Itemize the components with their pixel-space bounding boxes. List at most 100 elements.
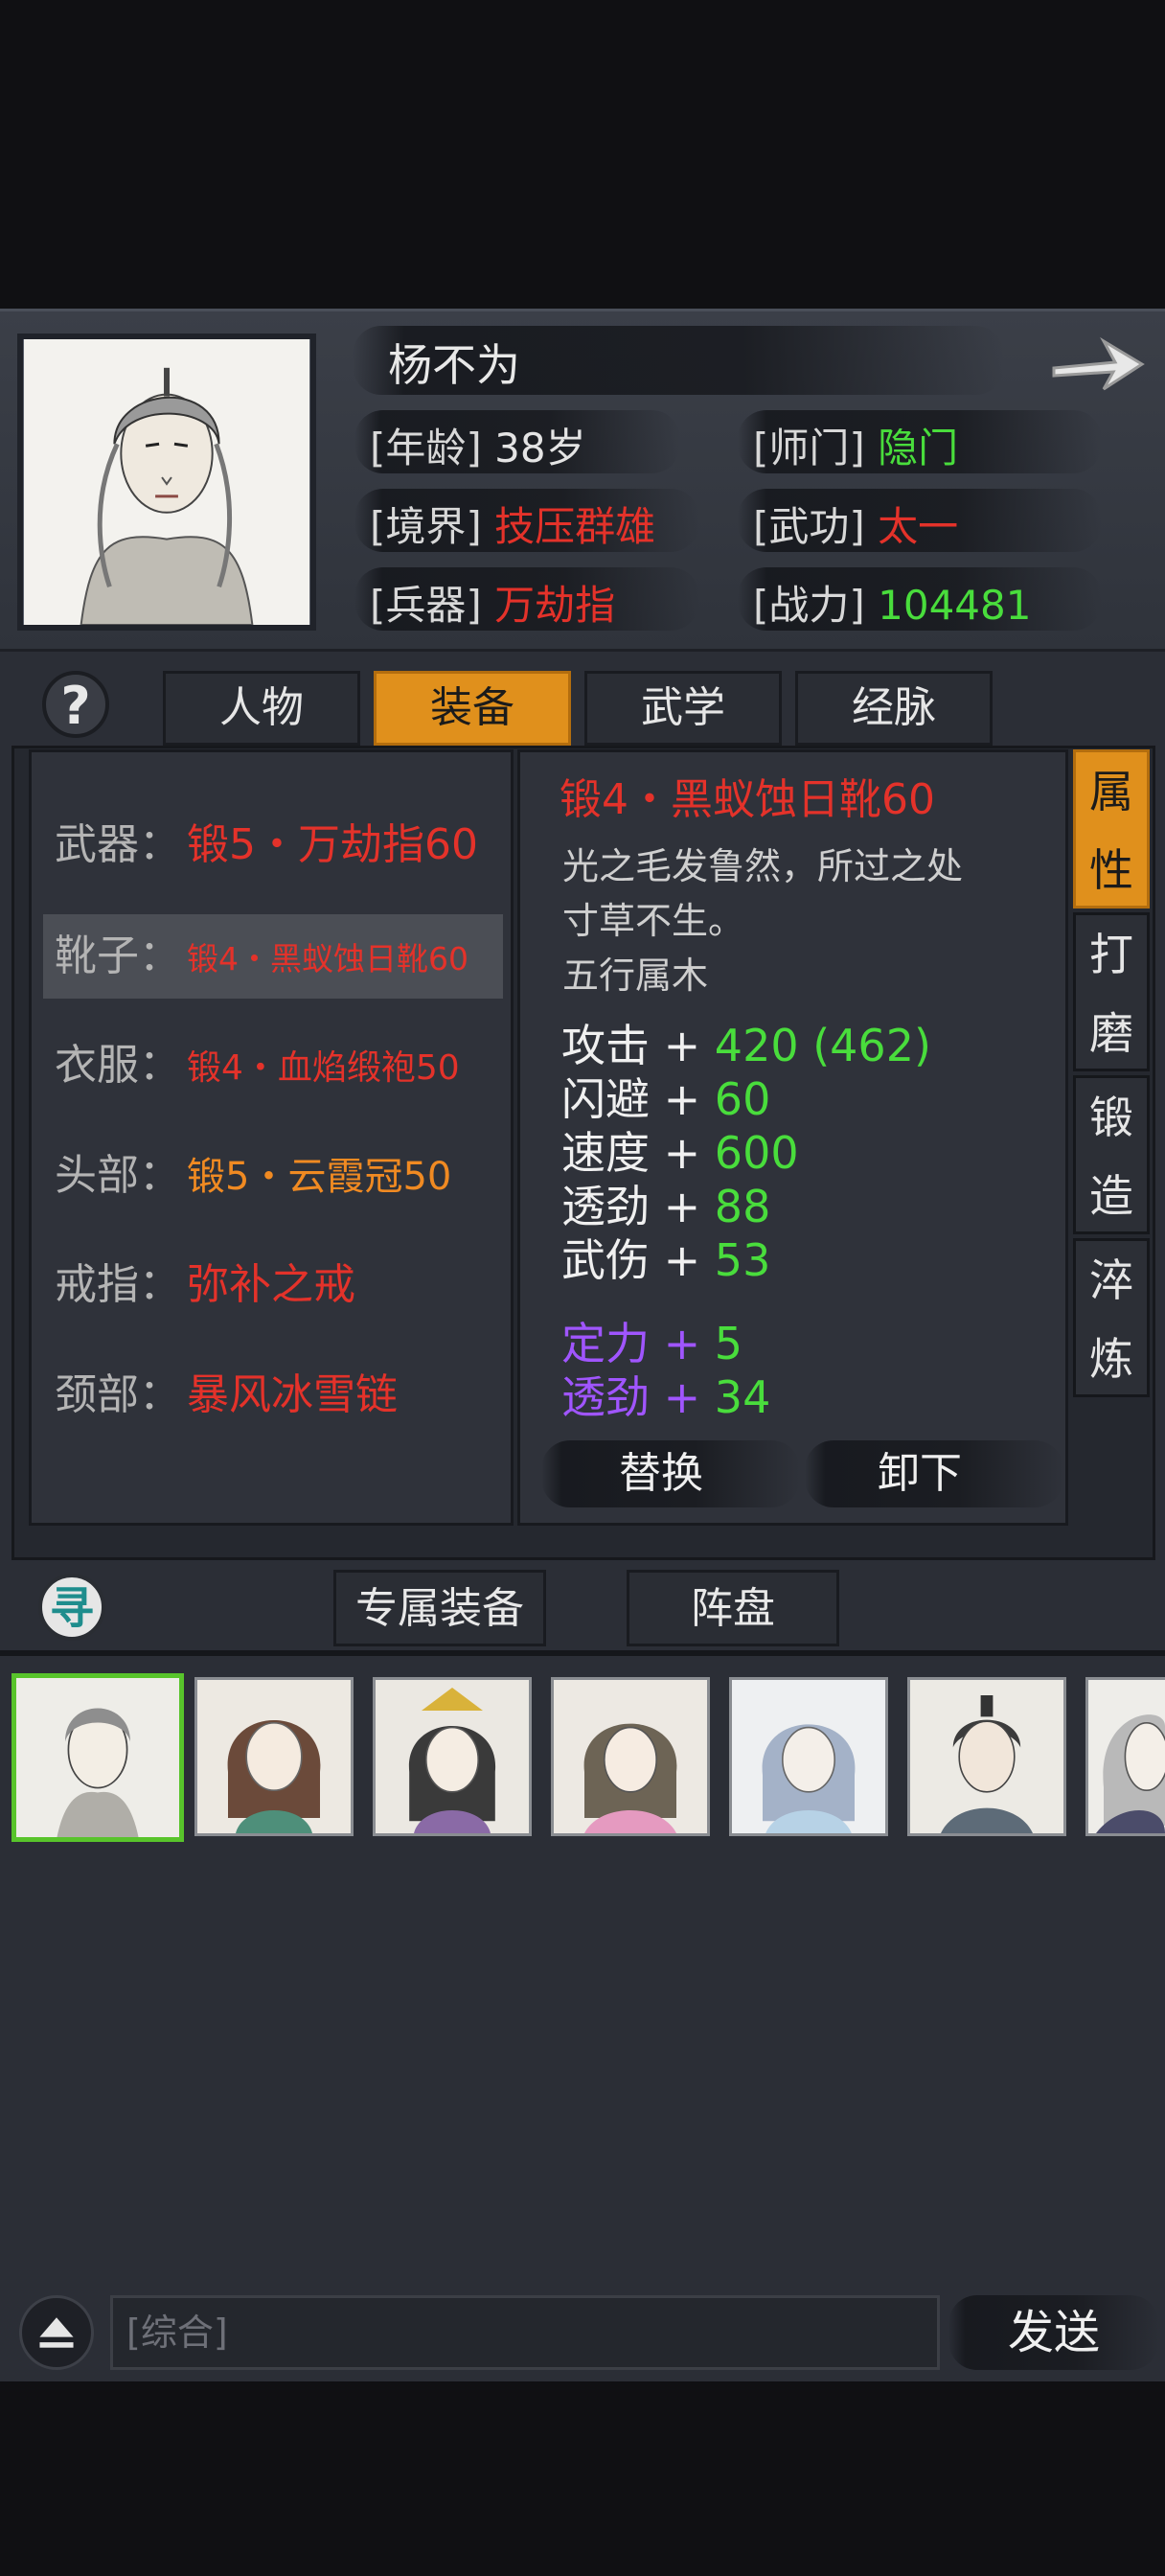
field-sect: [师门] 隐门 [753,416,958,474]
replace-button[interactable]: 替换 [556,1440,766,1507]
exclusive-equipment-button[interactable]: 专属装备 [333,1570,546,1646]
portrait-illustration [24,339,309,625]
roster-avatar[interactable] [194,1677,354,1836]
roster-avatar[interactable] [729,1677,888,1836]
field-label: [武功] [753,503,865,550]
field-realm: [境界] 技压群雄 [370,494,655,553]
slot-label: 靴子： [55,932,181,980]
stat-value: 60 [714,1073,771,1125]
stat-row: 闪避 + 60 [561,1072,770,1126]
top-black-band [0,0,1165,309]
tab-equipment[interactable]: 装备 [374,671,571,746]
roster-avatar[interactable] [907,1677,1066,1836]
field-age: [年龄] 38岁 [370,416,586,474]
equipment-slot-neck[interactable]: 颈部： 暴风冰雪链 [43,1353,503,1438]
stat-row: 攻击 + 420 (462) [561,1019,931,1072]
side-tab-char: 炼 [1089,1333,1133,1385]
stat-label: 透劲 [561,1181,650,1232]
slot-item: 弥补之戒 [187,1260,355,1309]
slot-label: 头部： [55,1151,181,1200]
slot-label: 衣服： [55,1041,181,1090]
field-label: [师门] [753,425,865,472]
tab-meridians[interactable]: 经脉 [795,671,993,746]
chat-input[interactable]: [综合] [110,2295,940,2370]
formation-button[interactable]: 阵盘 [627,1570,839,1646]
stat-label: 定力 [561,1318,650,1369]
stat-plus: + [663,1020,701,1071]
stat-plus: + [663,1234,701,1286]
eject-icon[interactable] [19,2295,94,2370]
stat-plus: + [663,1371,701,1423]
description-line: 五行属木 [562,954,709,997]
tab-character[interactable]: 人物 [163,671,360,746]
field-value: 技压群雄 [494,503,656,550]
field-power: [战力] 104481 [753,573,1031,632]
character-portrait [17,334,316,631]
stat-plus: + [663,1318,701,1369]
slot-item: 暴风冰雪链 [187,1370,398,1419]
stat-row-extra: 定力 + 5 [561,1317,742,1370]
description-line: 寸草不生。 [562,900,745,942]
stat-row: 速度 + 600 [561,1126,799,1180]
side-tab-char: 淬 [1089,1254,1133,1306]
roster-avatar[interactable] [551,1677,710,1836]
slot-item: 锻5・万劫指60 [187,820,478,869]
stat-label: 速度 [561,1127,650,1179]
item-title: 锻4・黑蚁蚀日靴60 [560,775,935,824]
slot-label: 戒指： [55,1260,181,1309]
roster-avatar[interactable] [373,1677,532,1836]
equipment-slot-ring[interactable]: 戒指： 弥补之戒 [43,1243,503,1327]
equipment-slot-clothes[interactable]: 衣服： 锻4・血焰缎袍50 [43,1024,503,1108]
field-martial-art: [武功] 太一 [753,494,958,553]
side-tab-polish[interactable]: 打 磨 [1073,912,1150,1071]
stat-label: 武伤 [561,1234,650,1286]
slot-item: 锻4・血焰缎袍50 [187,1048,460,1088]
equipment-slot-boots[interactable]: 靴子： 锻4・黑蚁蚀日靴60 [43,914,503,999]
stat-value: 420 (462) [714,1020,931,1071]
equipment-slot-weapon[interactable]: 武器： 锻5・万劫指60 [43,803,503,887]
stat-row: 武伤 + 53 [561,1233,770,1287]
send-button[interactable]: 发送 [958,2295,1150,2370]
field-label: [战力] [753,582,865,629]
unequip-button[interactable]: 卸下 [814,1440,1025,1507]
stat-row-extra: 透劲 + 34 [561,1370,770,1424]
field-value: 隐门 [878,425,959,472]
side-tab-temper[interactable]: 淬 炼 [1073,1238,1150,1397]
tab-martial-arts[interactable]: 武学 [584,671,782,746]
side-tab-char: 锻 [1089,1092,1133,1143]
field-value: 104481 [878,582,1032,629]
stat-value: 600 [714,1127,799,1179]
roster-avatar[interactable] [11,1673,184,1842]
stat-value: 34 [714,1371,771,1423]
field-label: [兵器] [370,582,482,629]
field-weapon: [兵器] 万劫指 [370,573,615,632]
side-tab-attributes[interactable]: 属 性 [1073,749,1150,908]
stat-plus: + [663,1181,701,1232]
roster-avatar[interactable] [1085,1677,1165,1836]
field-value: 38岁 [494,425,586,472]
stat-plus: + [663,1073,701,1125]
slot-item: 锻4・黑蚁蚀日靴60 [187,940,468,978]
side-tab-char: 属 [1089,766,1133,817]
field-value: 太一 [878,503,959,550]
stat-label: 透劲 [561,1371,650,1423]
field-label: [年龄] [370,425,482,472]
question-icon[interactable]: ? [42,671,109,738]
slot-label: 颈部： [55,1370,181,1419]
side-tab-char: 性 [1089,844,1133,896]
side-tab-forge[interactable]: 锻 造 [1073,1075,1150,1234]
side-tab-char: 打 [1089,929,1133,980]
slot-label: 武器： [55,820,181,869]
next-arrow-icon[interactable] [1046,326,1148,402]
stat-label: 闪避 [561,1073,650,1125]
description-line: 光之毛发鲁然，所过之处 [562,845,964,887]
roster-divider [0,1650,1165,1656]
stat-value: 5 [714,1318,743,1369]
field-value: 万劫指 [494,582,616,629]
equipment-slot-head[interactable]: 头部： 锻5・云霞冠50 [43,1134,503,1218]
side-tab-char: 造 [1089,1170,1133,1222]
stat-plus: + [663,1127,701,1179]
item-description: 光之毛发鲁然，所过之处 寸草不生。 五行属木 [562,840,1041,1003]
find-icon[interactable]: 寻 [38,1574,105,1641]
slot-item: 锻5・云霞冠50 [187,1155,452,1199]
